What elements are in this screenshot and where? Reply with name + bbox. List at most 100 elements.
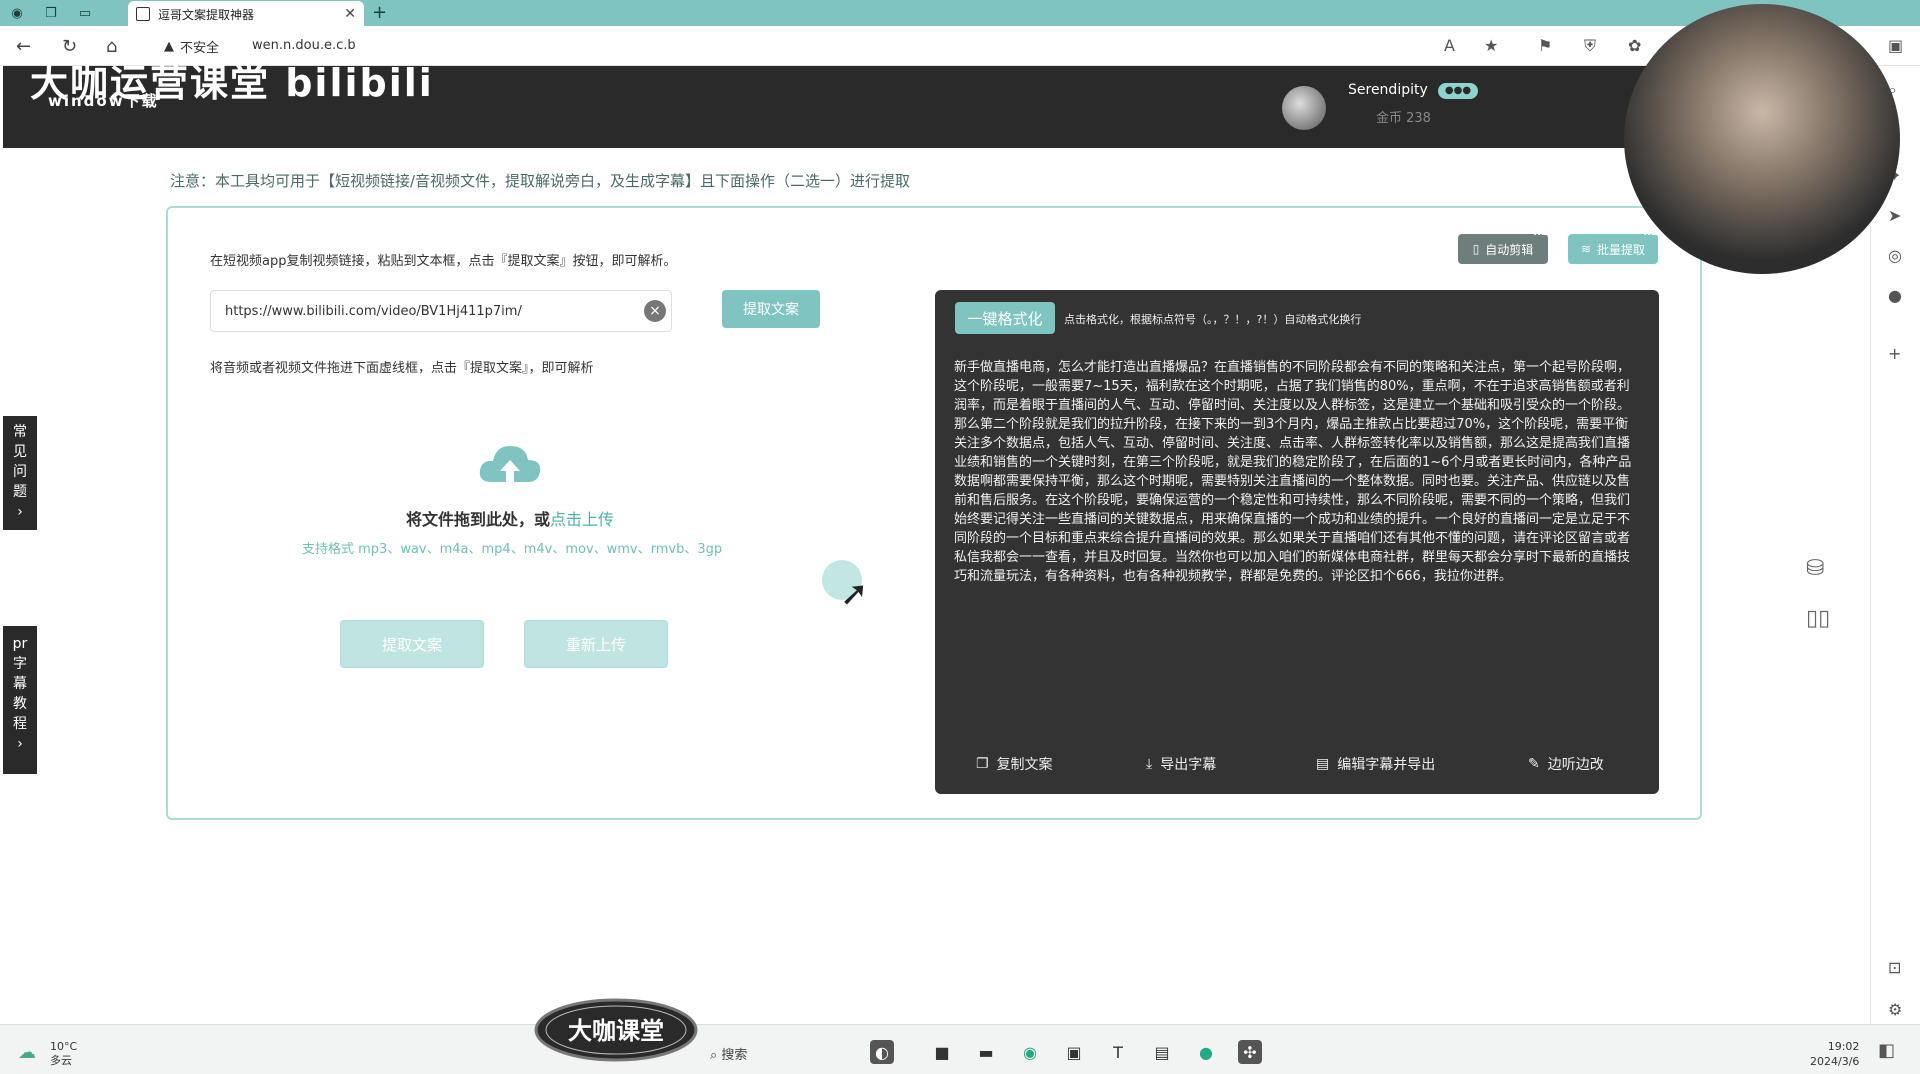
extract-file-button[interactable]: 提取文案 bbox=[340, 620, 484, 668]
auto-clip-button[interactable]: ▯ 自动剪辑 bbox=[1458, 234, 1548, 264]
pr-char: 幕 bbox=[13, 676, 27, 692]
read-aloud-icon[interactable]: A bbox=[1444, 36, 1455, 55]
drop-text: 将文件拖到此处，或 bbox=[406, 510, 551, 529]
edit-label: 编辑字幕并导出 bbox=[1337, 757, 1436, 773]
url-input-value: https://www.bilibili.com/video/BV1Hj411p… bbox=[225, 303, 522, 319]
file-explorer-icon[interactable]: ▬ bbox=[974, 1040, 998, 1064]
listen-edit-label: 边听边改 bbox=[1547, 757, 1604, 773]
edit-doc-icon: ▤ bbox=[1316, 756, 1330, 772]
tab-favicon-icon bbox=[136, 7, 150, 21]
format-button[interactable]: 一键格式化 bbox=[955, 302, 1055, 334]
chevron-right-icon: › bbox=[17, 736, 23, 752]
username[interactable]: Serendipity bbox=[1348, 82, 1428, 98]
click-upload-link[interactable]: 点击上传 bbox=[550, 510, 614, 529]
send-icon[interactable]: ➤ bbox=[1888, 206, 1901, 225]
mouse-cursor-icon: ➚ bbox=[840, 574, 869, 614]
format-hint: 点击格式化，根据标点符号（。，？！，?！）自动格式化换行 bbox=[1064, 313, 1362, 326]
export-label: 导出字幕 bbox=[1160, 757, 1217, 773]
pr-tutorial-tab[interactable]: pr 字 幕 教 程 › bbox=[3, 626, 37, 774]
notepad-icon[interactable]: ▤ bbox=[1150, 1040, 1174, 1064]
auto-clip-label: 自动剪辑 bbox=[1485, 242, 1534, 257]
pr-char: 程 bbox=[13, 716, 27, 732]
search-icon: ⌕ bbox=[710, 1048, 718, 1063]
pr-char: 教 bbox=[13, 696, 27, 712]
copy-icon: ❐ bbox=[976, 756, 989, 772]
link-instruction: 在短视频app复制视频链接，粘贴到文本框，点击『提取文案』按钮，即可解析。 bbox=[210, 254, 677, 269]
weather-condition: 多云 bbox=[50, 1054, 72, 1067]
layers-icon: ≋ bbox=[1580, 242, 1592, 256]
extract-link-button[interactable]: 提取文案 bbox=[722, 290, 820, 328]
weather-widget[interactable]: 10°C 多云 bbox=[50, 1040, 77, 1068]
back-icon[interactable]: ← bbox=[16, 36, 31, 57]
taskbar-search[interactable]: ⌕ 搜索 bbox=[710, 1044, 747, 1063]
app-icon[interactable]: ◐ bbox=[870, 1040, 894, 1064]
pencil-icon: ✎ bbox=[1528, 756, 1540, 772]
system-clock[interactable]: 19:02 2024/3/6 bbox=[1810, 1039, 1859, 1069]
logo-text: 大咖课堂 bbox=[568, 1017, 664, 1045]
listen-edit-button[interactable]: ✎ 边听边改 bbox=[1528, 754, 1604, 774]
batch-extract-button[interactable]: ≋ 批量提取 bbox=[1568, 234, 1658, 264]
weather-icon[interactable]: ☁ bbox=[18, 1042, 36, 1063]
export-subtitle-button[interactable]: ⤓ 导出字幕 bbox=[1146, 754, 1216, 774]
coins-stack-icon[interactable]: ⛁ bbox=[1806, 556, 1824, 581]
clock-time: 19:02 bbox=[1827, 1040, 1860, 1053]
clock-date: 2024/3/6 bbox=[1810, 1055, 1860, 1068]
edit-subtitle-button[interactable]: ▤ 编辑字幕并导出 bbox=[1316, 754, 1435, 774]
coin-balance[interactable]: 金币 238 bbox=[1376, 107, 1431, 126]
file-instruction: 将音频或者视频文件拖进下面虚线框，点击『提取文案』，即可解析 bbox=[210, 361, 594, 376]
faq-tab[interactable]: 常 见 问 题 › bbox=[3, 416, 37, 530]
pr-char: pr bbox=[12, 636, 28, 652]
tab-title: 逗哥文案提取神器 bbox=[158, 7, 255, 22]
app-circle-icon[interactable]: ● bbox=[1194, 1040, 1218, 1064]
screenshot-icon[interactable]: ⊡ bbox=[1888, 958, 1901, 977]
browser-tab[interactable]: 逗哥文案提取神器 ✕ bbox=[128, 1, 364, 27]
store-icon[interactable]: ▣ bbox=[1062, 1040, 1086, 1064]
avatar[interactable] bbox=[1282, 86, 1326, 130]
new-tab-icon[interactable]: + bbox=[372, 2, 387, 23]
notification-icon[interactable]: ◧ bbox=[1878, 1040, 1895, 1061]
video-url-input[interactable]: https://www.bilibili.com/video/BV1Hj411p… bbox=[210, 290, 672, 332]
taskbar bbox=[0, 1024, 1920, 1074]
batch-label: 批量提取 bbox=[1597, 242, 1646, 257]
url-text[interactable]: wen.n.dou.e.c.b bbox=[252, 38, 356, 53]
copy-text-button[interactable]: ❐ 复制文案 bbox=[976, 754, 1053, 774]
typora-icon[interactable]: T bbox=[1106, 1040, 1130, 1064]
extensions-puzzle-icon[interactable]: ✿ bbox=[1628, 36, 1641, 55]
tab-close-icon[interactable]: ✕ bbox=[344, 6, 356, 22]
favorite-star-icon[interactable]: ★ bbox=[1484, 36, 1498, 55]
drop-zone-text: 将文件拖到此处，或点击上传 bbox=[406, 506, 614, 530]
extension-icon[interactable]: ⚑ bbox=[1538, 36, 1552, 55]
games-icon[interactable]: ◎ bbox=[1888, 246, 1902, 265]
collections-icon[interactable]: ❒ bbox=[42, 4, 60, 22]
supported-formats: 支持格式 mp3、wav、m4a、mp4、m4v、mov、wmv、rmvb、3g… bbox=[302, 542, 723, 557]
app-square-icon[interactable]: ✣ bbox=[1238, 1040, 1262, 1064]
upload-cloud-icon[interactable] bbox=[476, 438, 544, 490]
tab-actions-icon[interactable]: ▭ bbox=[76, 4, 94, 22]
settings-gear-icon[interactable]: ⚙ bbox=[1888, 1000, 1902, 1019]
sidebar-toggle-icon[interactable]: ▣ bbox=[1888, 36, 1903, 55]
add-icon[interactable]: + bbox=[1888, 344, 1901, 363]
faq-char: 问 bbox=[13, 464, 27, 480]
dakaketang-logo: 大咖课堂 bbox=[534, 998, 698, 1062]
search-label: 搜索 bbox=[721, 1048, 748, 1063]
outlook-icon[interactable]: ● bbox=[1888, 286, 1902, 305]
faq-char: 见 bbox=[13, 444, 27, 460]
new-tag: NEW bbox=[1534, 228, 1558, 238]
download-icon: ⤓ bbox=[1146, 756, 1153, 772]
shield-icon[interactable]: ⛨ bbox=[1584, 36, 1596, 56]
clip-icon: ▯ bbox=[1472, 242, 1480, 256]
edge-browser-icon[interactable]: ◉ bbox=[1018, 1040, 1042, 1064]
clear-input-icon[interactable]: × bbox=[644, 300, 666, 322]
task-view-icon[interactable]: ■ bbox=[930, 1040, 954, 1064]
reupload-button[interactable]: 重新上传 bbox=[524, 620, 668, 668]
faq-char: 常 bbox=[13, 424, 27, 440]
brand-subtitle[interactable]: window下载 bbox=[48, 90, 159, 111]
chevron-right-icon: › bbox=[17, 504, 23, 520]
result-text[interactable]: 新手做直播电商，怎么才能打造出直播爆品？在直播销售的不同阶段都会有不同的策略和关… bbox=[954, 358, 1640, 586]
book-icon[interactable]: ▯▯ bbox=[1806, 606, 1830, 631]
webcam-overlay bbox=[1624, 4, 1900, 274]
pr-char: 字 bbox=[13, 656, 27, 672]
copy-label: 复制文案 bbox=[996, 757, 1053, 773]
vip-badge: ●●● bbox=[1438, 83, 1478, 99]
profile-icon[interactable]: ◉ bbox=[8, 4, 26, 22]
